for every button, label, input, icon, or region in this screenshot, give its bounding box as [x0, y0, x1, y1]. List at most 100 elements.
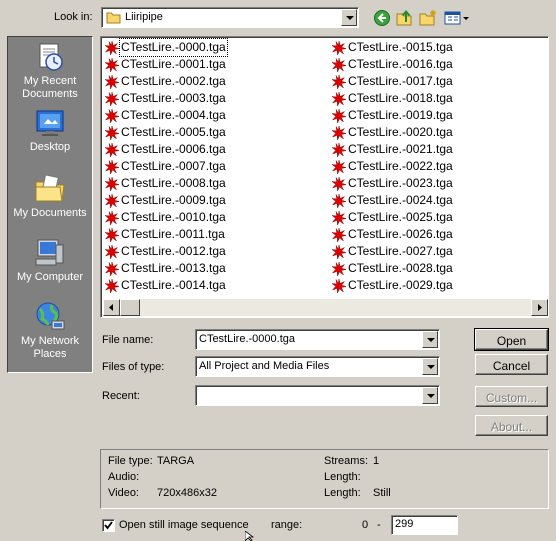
tga-file-icon: [104, 210, 120, 226]
file-name-text: CTestLire.-0005.tga: [121, 125, 226, 139]
tga-file-icon: [331, 74, 347, 90]
tga-file-icon: [331, 210, 347, 226]
tga-file-icon: [104, 261, 120, 277]
tga-file-icon: [104, 74, 120, 90]
tga-file-icon: [331, 108, 347, 124]
range-label: range:: [271, 519, 303, 531]
scroll-left-button[interactable]: [103, 299, 120, 316]
file-name-chevron-down-icon[interactable]: [422, 331, 438, 348]
file-name-text: CTestLire.-0014.tga: [121, 278, 226, 292]
tga-file-icon: [331, 125, 347, 141]
file-name-text: CTestLire.-0006.tga: [121, 142, 226, 156]
info-streams-label: Streams:: [324, 455, 369, 467]
file-name-text: CTestLire.-0013.tga: [121, 261, 226, 275]
scroll-thumb[interactable]: [120, 299, 140, 316]
look-in-chevron-down-icon[interactable]: [341, 9, 357, 26]
file-list[interactable]: CTestLire.-0000.tga CTestLire.-0001.tga CT…: [100, 36, 549, 318]
tga-file-icon: [331, 244, 347, 260]
tga-file-icon: [331, 227, 347, 243]
custom-button-label: Custom...: [485, 391, 538, 405]
files-of-type-value: All Project and Media Files: [199, 360, 330, 372]
look-in-value: Liiripipe: [125, 11, 163, 23]
range-dash: -: [377, 519, 381, 531]
custom-button[interactable]: Custom...: [475, 386, 548, 407]
tga-file-icon: [104, 91, 120, 107]
files-of-type-chevron-down-icon[interactable]: [422, 358, 438, 375]
up-folder-icon[interactable]: [396, 9, 416, 27]
tga-file-icon: [331, 91, 347, 107]
file-name-text: CTestLire.-0007.tga: [121, 159, 226, 173]
info-file-type-value: TARGA: [157, 455, 195, 467]
my-computer-icon: [34, 237, 66, 269]
info-file-type-label: File type:: [108, 455, 153, 467]
info-length-label: Length:: [324, 471, 361, 483]
tga-file-icon: [104, 142, 120, 158]
tga-file-icon: [104, 193, 120, 209]
tga-file-icon: [331, 57, 347, 73]
sequence-checkbox[interactable]: [102, 519, 115, 532]
open-button-label: Open: [496, 334, 527, 348]
tga-file-icon: [104, 244, 120, 260]
place-my-recent-documents[interactable]: My Recent Documents: [8, 41, 92, 101]
back-arrow-icon[interactable]: [373, 9, 393, 27]
look-in-label: Look in:: [54, 11, 93, 23]
info-video-value: 720x486x32: [157, 487, 217, 499]
tga-file-icon: [331, 159, 347, 175]
new-folder-icon[interactable]: [419, 9, 439, 27]
place-my-network-places[interactable]: My Network Places: [8, 301, 92, 361]
file-name-text: CTestLire.-0009.tga: [121, 193, 226, 207]
desktop-icon: [34, 107, 66, 139]
file-name-text: CTestLire.-0025.tga: [348, 210, 453, 224]
file-name-text: CTestLire.-0024.tga: [348, 193, 453, 207]
tga-file-icon: [331, 176, 347, 192]
cancel-button-label: Cancel: [492, 359, 531, 373]
place-my-computer[interactable]: My Computer: [8, 237, 92, 284]
about-button[interactable]: About...: [475, 415, 548, 436]
info-video-label: Video:: [108, 487, 139, 499]
file-name-label: File name:: [102, 334, 154, 346]
tga-file-icon: [104, 176, 120, 192]
look-in-dropdown[interactable]: Liiripipe: [101, 7, 359, 28]
file-name-text: CTestLire.-0002.tga: [121, 74, 226, 88]
file-name-text: CTestLire.-0029.tga: [348, 278, 453, 292]
scroll-right-button[interactable]: [531, 299, 548, 316]
place-my-documents[interactable]: My Documents: [8, 173, 92, 220]
file-name-text: CTestLire.-0016.tga: [348, 57, 453, 71]
cancel-button[interactable]: Cancel: [475, 354, 548, 375]
file-name-text: CTestLire.-0023.tga: [348, 176, 453, 190]
open-button[interactable]: Open: [474, 328, 549, 351]
place-label: My Recent Documents: [22, 75, 78, 100]
file-name-text: CTestLire.-0010.tga: [121, 210, 226, 224]
network-places-icon: [34, 301, 66, 333]
file-name-field[interactable]: CTestLire.-0000.tga: [195, 329, 440, 350]
place-desktop[interactable]: Desktop: [8, 107, 92, 154]
info-length-still-label: Length:: [324, 487, 361, 499]
info-streams-value: 1: [373, 455, 380, 467]
horizontal-scrollbar[interactable]: [103, 299, 548, 316]
places-bar: My Recent Documents Desktop My Documents…: [7, 36, 93, 373]
info-length-still-value: Still: [373, 487, 391, 499]
folder-icon: [106, 11, 121, 24]
place-label: My Network Places: [20, 335, 80, 360]
files-of-type-label: Files of type:: [102, 361, 165, 373]
info-audio-label: Audio:: [108, 471, 140, 483]
file-name-text: CTestLire.-0028.tga: [348, 261, 453, 275]
recent-label: Recent:: [102, 390, 140, 402]
file-info-panel: File type: TARGA Audio: Video: 720x486x3…: [100, 449, 549, 509]
recent-dropdown[interactable]: [195, 385, 440, 406]
mouse-cursor-icon: [244, 530, 255, 541]
files-of-type-dropdown[interactable]: All Project and Media Files: [195, 356, 440, 377]
views-menu-icon[interactable]: [444, 9, 470, 27]
file-name-text: CTestLire.-0001.tga: [121, 57, 226, 71]
tga-file-icon: [104, 159, 120, 175]
tga-file-icon: [104, 40, 120, 56]
about-button-label: About...: [490, 420, 533, 434]
sequence-checkbox-label[interactable]: Open still image sequence: [119, 519, 249, 531]
file-name-text: CTestLire.-0027.tga: [348, 244, 453, 258]
my-documents-icon: [34, 173, 66, 205]
range-end-field[interactable]: 299: [391, 515, 458, 535]
file-name-text: CTestLire.-0017.tga: [348, 74, 453, 88]
recent-chevron-down-icon[interactable]: [422, 387, 438, 404]
tga-file-icon: [104, 278, 120, 294]
file-name-value: CTestLire.-0000.tga: [199, 333, 295, 345]
